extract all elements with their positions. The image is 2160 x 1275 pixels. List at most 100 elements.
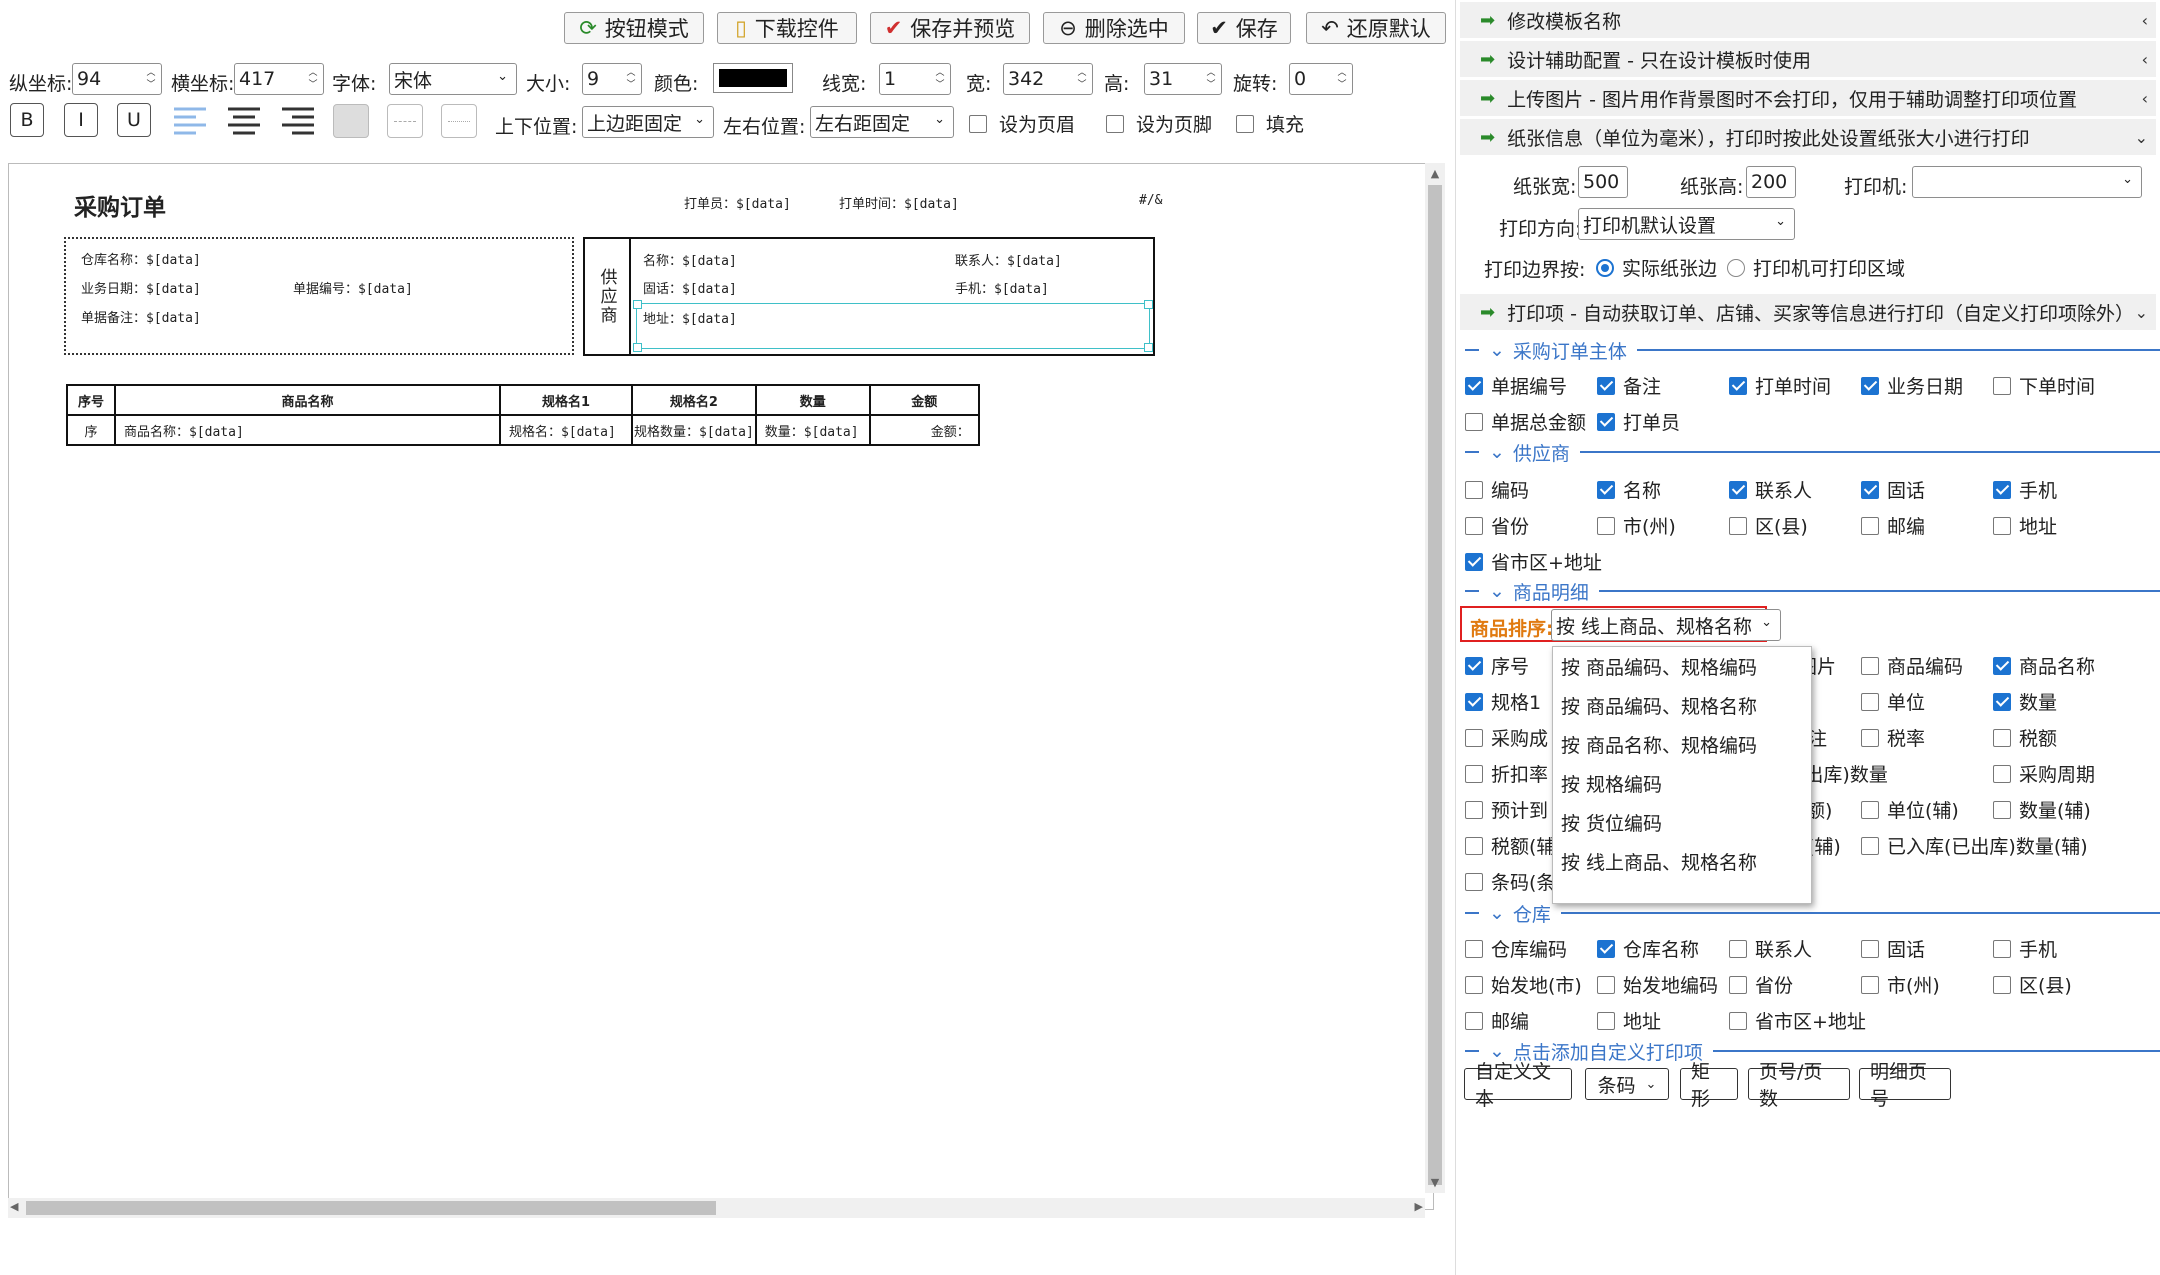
print-time-field[interactable]: 打单时间：$[data] (839, 193, 959, 212)
option-checkbox[interactable]: 始发地编码 (1597, 971, 1718, 998)
horizontal-scrollbar[interactable]: ◀ ▶ (8, 1198, 1425, 1218)
save-button[interactable]: ✔ 保存 (1197, 12, 1291, 44)
align-left-icon[interactable] (172, 104, 208, 138)
dashed-line-button[interactable] (387, 104, 423, 138)
option-checkbox[interactable]: 邮编 (1465, 1007, 1529, 1034)
option-checkbox[interactable]: 预计到 (1465, 796, 1548, 823)
width-input[interactable]: 342 ︿ ﹀ (1003, 63, 1093, 95)
option-checkbox[interactable]: 地址 (1597, 1007, 1661, 1034)
option-checkbox[interactable]: 手机 (1993, 476, 2057, 503)
table-cell[interactable]: 金额： (868, 414, 980, 446)
page-field[interactable]: #/& (1139, 193, 1162, 208)
option-checkbox[interactable]: 区(县) (1993, 971, 2072, 998)
color-picker[interactable] (713, 63, 793, 93)
option-checkbox[interactable]: 已入库(已出库)数量(辅) (1861, 832, 2088, 859)
table-header[interactable]: 规格名1 (499, 384, 633, 416)
option-checkbox[interactable]: 商品编码 (1861, 652, 1963, 679)
hpos-select[interactable]: 左右距固定 ⌄ (810, 106, 954, 138)
scrollbar-thumb[interactable] (1428, 185, 1442, 1185)
section-print-items[interactable]: ➡ 打印项 - 自动获取订单、店铺、买家等信息进行打印（自定义打印项除外） ⌄ (1460, 294, 2156, 330)
printer-field[interactable]: 打单员：$[data] (684, 193, 791, 212)
arrow-up-icon[interactable]: ▲ (1425, 167, 1445, 180)
table-header[interactable]: 序号 (66, 384, 116, 416)
spinner-icon[interactable]: ︿ ﹀ (625, 67, 637, 91)
sort-option[interactable]: 按 商品编码、规格名称 (1553, 686, 1811, 725)
option-checkbox[interactable]: 单位(辅) (1861, 796, 1959, 823)
table-cell[interactable]: 规格数量：$[data] (631, 414, 757, 446)
header-checkbox[interactable]: 设为页眉 (969, 110, 1075, 137)
underline-button[interactable]: U (117, 103, 151, 137)
restore-default-button[interactable]: ↶ 还原默认 (1306, 12, 1446, 44)
section-design-aid[interactable]: ➡ 设计辅助配置 - 只在设计模板时使用 ‹ (1460, 41, 2156, 77)
sort-option[interactable]: 按 商品名称、规格编码 (1553, 725, 1811, 764)
sort-select[interactable]: 按 线上商品、规格名称 ⌄ (1551, 609, 1781, 641)
solid-line-button[interactable] (333, 104, 369, 138)
y-coord-input[interactable]: 94 ︿ ﹀ (72, 63, 162, 95)
option-checkbox[interactable]: 市(州) (1597, 512, 1676, 539)
italic-button[interactable]: I (64, 103, 98, 137)
table-header[interactable]: 商品名称 (114, 384, 501, 416)
option-checkbox[interactable]: 固话 (1861, 935, 1925, 962)
paper-height-input[interactable]: 200 (1746, 166, 1796, 198)
option-checkbox[interactable]: 手机 (1993, 935, 2057, 962)
supplier-contact-field[interactable]: 联系人：$[data] (955, 250, 1062, 269)
detail-page-button[interactable]: 明细页号 (1859, 1061, 1951, 1110)
custom-text-button[interactable]: 自定义文本 (1464, 1061, 1572, 1110)
arrow-down-icon[interactable]: ▼ (1425, 1176, 1445, 1189)
delete-selected-button[interactable]: ⊖ 删除选中 (1043, 12, 1185, 44)
section-rename-template[interactable]: ➡ 修改模板名称 ‹ (1460, 2, 2156, 38)
spinner-icon[interactable]: ︿ ﹀ (934, 67, 946, 91)
option-checkbox[interactable]: 省市区+地址 (1729, 1007, 1866, 1034)
button-mode-button[interactable]: ⟳ 按钮模式 (564, 12, 704, 44)
goods-table[interactable]: 序号 商品名称 规格名1 规格名2 数量 金额 序 商品名称：$[data] 规… (66, 384, 980, 446)
design-canvas[interactable]: 采购订单 打单员：$[data] 打单时间：$[data] #/& 仓库名称：$… (8, 163, 1434, 1210)
option-checkbox[interactable]: 仓库名称 (1597, 935, 1699, 962)
option-checkbox[interactable]: 备注 (1597, 372, 1661, 399)
printer-select[interactable]: ⌄ (1912, 166, 2142, 198)
option-checkbox[interactable]: 折扣率 (1465, 760, 1548, 787)
option-checkbox[interactable]: 名称 (1597, 476, 1661, 503)
option-checkbox[interactable]: 省市区+地址 (1465, 548, 1602, 575)
height-input[interactable]: 31 ︿ ﹀ (1144, 63, 1222, 95)
supplier-mobile-field[interactable]: 手机：$[data] (955, 278, 1049, 297)
group-supplier[interactable]: ⌄ 供应商 (1465, 441, 2160, 465)
option-checkbox[interactable]: 数量(辅) (1993, 796, 2091, 823)
align-center-icon[interactable] (226, 104, 262, 138)
section-upload-image[interactable]: ➡ 上传图片 - 图片用作背景图时不会打印，仅用于辅助调整打印项位置 ‹ (1460, 80, 2156, 116)
barcode-button[interactable]: 条码 ⌄ (1585, 1068, 1669, 1100)
option-checkbox[interactable]: 邮编 (1861, 512, 1925, 539)
spinner-icon[interactable]: ︿ ﹀ (145, 67, 157, 91)
arrow-left-icon[interactable]: ◀ (10, 1200, 18, 1213)
footer-checkbox[interactable]: 设为页脚 (1106, 110, 1212, 137)
option-checkbox[interactable]: 税率 (1861, 724, 1925, 751)
table-cell[interactable]: 数量：$[data] (754, 414, 871, 446)
radio-printable-area[interactable]: 打印机可打印区域 (1727, 254, 1905, 281)
section-paper-info[interactable]: ➡ 纸张信息（单位为毫米），打印时按此处设置纸张大小进行打印 ⌄ (1460, 119, 2156, 155)
font-select[interactable]: 宋体 ⌄ (389, 63, 517, 95)
option-checkbox[interactable]: 打单时间 (1729, 372, 1831, 399)
option-checkbox[interactable]: 联系人 (1729, 476, 1812, 503)
option-checkbox[interactable]: 单据总金额 (1465, 408, 1586, 435)
sort-dropdown-list[interactable]: 按 商品编码、规格编码按 商品编码、规格名称按 商品名称、规格编码按 规格编码按… (1552, 646, 1812, 904)
option-checkbox[interactable]: 省份 (1729, 971, 1793, 998)
paper-width-input[interactable]: 500 (1578, 166, 1628, 198)
spinner-icon[interactable]: ︿ ﹀ (1076, 67, 1088, 91)
align-right-icon[interactable] (280, 104, 316, 138)
option-checkbox[interactable]: 编码 (1465, 476, 1529, 503)
arrow-right-icon[interactable]: ▶ (1415, 1200, 1423, 1213)
sort-option[interactable]: 按 规格编码 (1553, 764, 1811, 803)
table-header[interactable]: 数量 (754, 384, 871, 416)
sort-option[interactable]: 按 商品编码、规格编码 (1553, 647, 1811, 686)
linewidth-input[interactable]: 1 ︿ ﹀ (879, 63, 951, 95)
option-checkbox[interactable]: 固话 (1861, 476, 1925, 503)
supplier-address-field-selected[interactable]: 地址：$[data] (633, 300, 1153, 352)
group-warehouse[interactable]: ⌄ 仓库 (1465, 902, 2160, 926)
rectangle-button[interactable]: 矩形 (1680, 1061, 1738, 1110)
option-checkbox[interactable]: 市(州) (1861, 971, 1940, 998)
option-checkbox[interactable]: 税额(辅 (1465, 832, 1555, 859)
save-preview-button[interactable]: ✔ 保存并预览 (870, 12, 1030, 44)
bold-button[interactable]: B (10, 103, 44, 137)
option-checkbox[interactable]: 规格1 (1465, 688, 1541, 715)
page-number-button[interactable]: 页号/页数 (1748, 1061, 1850, 1110)
doc-title[interactable]: 采购订单 (74, 188, 166, 222)
